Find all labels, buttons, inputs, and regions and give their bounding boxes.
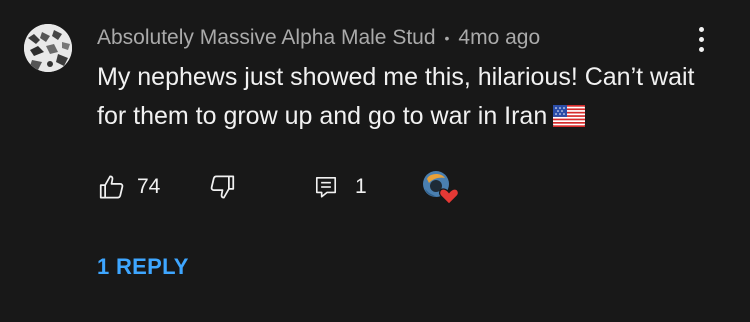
reply-button[interactable]: 1	[313, 170, 367, 204]
meta-separator: •	[444, 30, 450, 46]
comment-icon	[313, 174, 339, 200]
comment-thread: Absolutely Massive Alpha Male Stud • 4mo…	[0, 0, 750, 322]
comment-text: My nephews just showed me this, hilariou…	[97, 63, 695, 130]
thumbs-down-icon	[207, 172, 237, 202]
us-flag-icon	[553, 100, 586, 139]
creator-heart-badge	[419, 170, 461, 205]
thumbs-up-icon	[97, 172, 127, 202]
author-avatar[interactable]	[24, 24, 72, 72]
comment-timestamp[interactable]: 4mo ago	[458, 26, 540, 50]
menu-dot	[698, 46, 704, 52]
creator-heart-icon	[423, 171, 459, 205]
menu-dot	[698, 26, 704, 32]
author-name[interactable]: Absolutely Massive Alpha Male Stud	[97, 26, 436, 50]
more-options-icon[interactable]	[688, 22, 714, 56]
comment-header: Absolutely Massive Alpha Male Stud • 4mo…	[97, 24, 540, 52]
like-count: 74	[137, 175, 161, 198]
like-button[interactable]: 74	[97, 170, 160, 204]
view-replies-button[interactable]: 1 REPLY	[97, 254, 189, 280]
comment-actions: 74 1	[97, 170, 517, 205]
avatar-image	[24, 24, 72, 72]
reply-count: 1	[355, 175, 367, 198]
comment-body: My nephews just showed me this, hilariou…	[97, 58, 717, 139]
dislike-button[interactable]	[207, 170, 237, 204]
menu-dot	[698, 36, 704, 42]
